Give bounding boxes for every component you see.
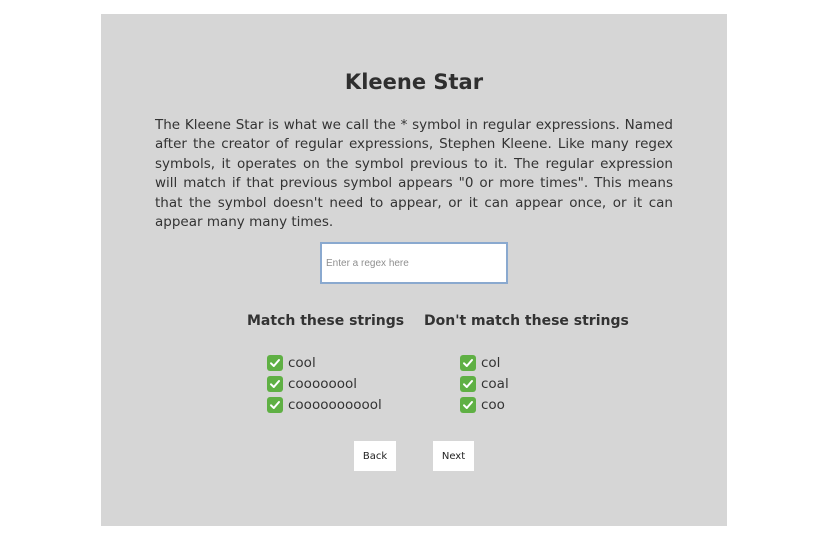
check-mark-icon — [267, 354, 283, 371]
check-mark-icon — [267, 396, 283, 413]
no-match-strings-heading: Don't match these strings — [424, 313, 629, 329]
match-strings-heading: Match these strings — [247, 313, 405, 329]
check-mark-icon — [460, 354, 476, 371]
check-mark-icon — [460, 375, 476, 392]
page-title: Kleene Star — [344, 70, 484, 94]
match-string: cooooooooool — [288, 396, 382, 413]
check-mark-icon — [460, 396, 476, 413]
lesson-description: The Kleene Star is what we call the * sy… — [155, 117, 673, 231]
list-item: col — [460, 352, 509, 373]
list-item: cooooooooool — [267, 394, 382, 415]
back-button[interactable]: Back — [354, 441, 396, 471]
no-match-strings-list: col coal coo — [460, 352, 509, 415]
no-match-string: coal — [481, 375, 509, 392]
no-match-string: col — [481, 354, 501, 371]
no-match-string: coo — [481, 396, 505, 413]
list-item: cool — [267, 352, 382, 373]
lesson-panel: Kleene Star The Kleene Star is what we c… — [101, 14, 727, 526]
next-button[interactable]: Next — [433, 441, 474, 471]
match-string: coooooool — [288, 375, 357, 392]
list-item: coo — [460, 394, 509, 415]
match-string: cool — [288, 354, 316, 371]
list-item: coal — [460, 373, 509, 394]
regex-input[interactable] — [320, 242, 508, 284]
check-mark-icon — [267, 375, 283, 392]
list-item: coooooool — [267, 373, 382, 394]
match-strings-list: cool coooooool cooooooooool — [267, 352, 382, 415]
